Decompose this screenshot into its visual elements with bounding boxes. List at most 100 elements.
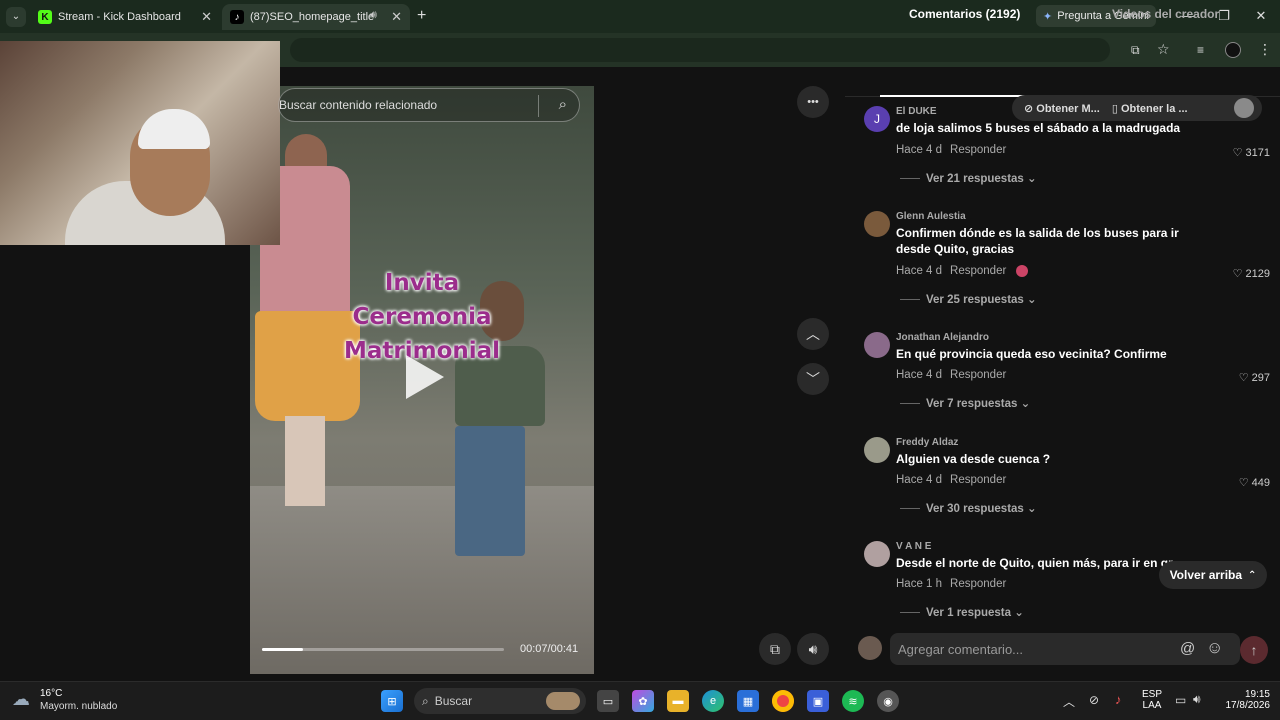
chevron-up-icon[interactable]: ︿ <box>797 318 829 350</box>
windows-start-icon[interactable]: ⊞ <box>381 690 403 712</box>
comment-item: Freddy Aldaz Alguien va desde cuenca ? H… <box>860 437 1270 517</box>
store-icon[interactable]: ▦ <box>737 690 759 712</box>
avatar[interactable] <box>864 541 890 567</box>
back-to-top-button[interactable]: Volver arriba ⌃ <box>1159 561 1267 589</box>
ext-button-1[interactable]: ⊘ Obtener M... <box>1024 102 1100 115</box>
view-replies-button[interactable]: Ver 21 respuestas ⌄ <box>900 171 1037 185</box>
comment-placeholder: Agregar comentario... <box>898 641 1024 657</box>
avatar[interactable] <box>864 211 890 237</box>
comment-author[interactable]: Jonathan Alejandro <box>896 332 989 343</box>
avatar[interactable] <box>864 437 890 463</box>
play-icon[interactable] <box>406 355 444 399</box>
chrome-icon[interactable] <box>772 690 794 712</box>
tab-kick-dashboard[interactable]: K Stream - Kick Dashboard ✕ <box>30 4 220 30</box>
network-off-icon[interactable]: ⊘ <box>1089 693 1099 707</box>
chevron-down-icon: ⌄ <box>1027 503 1037 515</box>
spotify-icon[interactable]: ≋ <box>842 690 864 712</box>
ext-button-2[interactable]: ▯ Obtener la ... <box>1112 102 1188 115</box>
bookmark-star-icon[interactable]: ☆ <box>1157 41 1170 58</box>
taskbar-search[interactable]: ⌕ Buscar <box>414 688 586 714</box>
ext-avatar[interactable] <box>1234 98 1254 118</box>
microphone-icon[interactable]: ♪ <box>1115 692 1122 707</box>
reading-list-icon[interactable]: ≡ <box>1197 43 1204 57</box>
send-button[interactable]: ↑ <box>1240 636 1268 664</box>
clock-date: 17/8/2026 <box>1225 700 1271 711</box>
like-button[interactable]: ♡ 2129 <box>1233 267 1270 280</box>
comment-text: Alguien va desde cuenca ? <box>896 452 1051 466</box>
copilot-icon[interactable]: ✿ <box>632 690 654 712</box>
back-to-top-label: Volver arriba <box>1169 568 1243 582</box>
view-replies-button[interactable]: Ver 25 respuestas ⌄ <box>900 292 1037 306</box>
weather-widget[interactable]: ☁ 16°C Mayorm. nublado <box>12 687 122 715</box>
reply-button[interactable]: Responder <box>950 369 1006 381</box>
tab-comments[interactable]: Comentarios (2192) <box>909 7 1020 21</box>
clock[interactable]: 19:15 17/8/2026 <box>1212 689 1271 711</box>
comment-author[interactable]: El DUKE <box>896 106 937 117</box>
ext-button-2-label: Obtener la ... <box>1120 102 1188 115</box>
reply-button[interactable]: Responder <box>950 265 1006 277</box>
search-divider <box>538 95 539 117</box>
reply-button[interactable]: Responder <box>950 144 1006 156</box>
install-app-icon[interactable]: ⧉ <box>1131 43 1140 58</box>
comment-meta: Hace 4 d Responder <box>896 265 1028 277</box>
volume-icon[interactable]: 🔊︎ <box>797 633 829 665</box>
comment-text: Desde el norte de Quito, quien más, para… <box>896 556 1173 570</box>
task-view-icon[interactable]: ▭ <box>597 690 619 712</box>
reply-button[interactable]: Responder <box>950 578 1006 590</box>
comment-text: En qué provincia queda eso vecinita? Con… <box>896 347 1167 361</box>
new-tab-button[interactable]: + <box>417 7 426 25</box>
comment-time: Hace 4 d <box>896 474 943 486</box>
view-replies-label: Ver 30 respuestas <box>926 503 1024 515</box>
tab-creator-videos[interactable]: Videos del creador <box>1112 7 1219 21</box>
overlay-line-1: Invita <box>384 270 460 296</box>
view-replies-button[interactable]: Ver 1 respuesta ⌄ <box>900 605 1024 619</box>
obs-icon[interactable]: ◉ <box>877 690 899 712</box>
chevron-down-icon: ⌄ <box>1014 607 1024 619</box>
close-window-icon[interactable]: ✕ <box>1251 6 1271 26</box>
close-tab-icon[interactable]: ✕ <box>201 9 212 25</box>
comment-author[interactable]: V A N E <box>896 541 931 552</box>
like-button[interactable]: ♡ 3171 <box>1233 146 1270 159</box>
related-search-placeholder: Buscar contenido relacionado <box>279 98 438 112</box>
comment-author[interactable]: Freddy Aldaz <box>896 437 958 448</box>
tab-tiktok-seo[interactable]: ♪ (87)SEO_homepage_title 🔊︎ ✕ <box>222 4 410 30</box>
comment-time: Hace 4 d <box>896 144 943 156</box>
mention-icon[interactable]: @ <box>1180 640 1195 657</box>
tray-chevron-icon[interactable]: ︿ <box>1063 693 1075 710</box>
view-replies-button[interactable]: Ver 7 respuestas ⌄ <box>900 396 1030 410</box>
like-count: 2129 <box>1245 268 1270 280</box>
comment-author[interactable]: Glenn Aulestia <box>896 211 966 222</box>
url-field[interactable] <box>290 38 1110 62</box>
more-options-button[interactable]: ••• <box>797 86 829 118</box>
close-tab-icon[interactable]: ✕ <box>391 9 402 25</box>
display-icon[interactable]: ▭ <box>1175 693 1186 707</box>
taskbar-search-label: Buscar <box>434 694 473 708</box>
webcam-cap <box>138 109 210 149</box>
volume-tray-icon[interactable]: 🔊︎ <box>1193 692 1201 707</box>
reply-button[interactable]: Responder <box>950 474 1006 486</box>
browser-menu-icon[interactable]: ⋮ <box>1258 41 1272 58</box>
search-icon[interactable]: ⌕ <box>559 96 567 113</box>
speaker-icon[interactable]: 🔊︎ <box>370 9 377 22</box>
avatar[interactable] <box>864 332 890 358</box>
related-search-input[interactable]: Buscar contenido relacionado ⌕ <box>278 88 580 122</box>
like-button[interactable]: ♡ 297 <box>1239 371 1270 384</box>
tab-list-button[interactable]: ⌄ <box>6 7 26 27</box>
profile-avatar[interactable] <box>1225 42 1241 58</box>
like-count: 449 <box>1251 477 1270 489</box>
chevron-down-icon[interactable]: ﹀ <box>797 363 829 395</box>
avatar[interactable]: J <box>864 106 890 132</box>
comment-input[interactable]: Agregar comentario... @ ☺ <box>890 633 1240 665</box>
video-woman-legs <box>285 416 325 506</box>
like-count: 3171 <box>1245 147 1270 159</box>
extension-toolbar: ⊘ Obtener M... ▯ Obtener la ... <box>1012 95 1262 121</box>
emoji-icon[interactable]: ☺ <box>1206 638 1223 658</box>
view-replies-button[interactable]: Ver 30 respuestas ⌄ <box>900 501 1037 515</box>
file-explorer-icon[interactable]: ▬ <box>667 690 689 712</box>
like-button[interactable]: ♡ 449 <box>1239 476 1270 489</box>
language-indicator[interactable]: ESP LAA <box>1141 689 1163 711</box>
pip-icon[interactable]: ⧉ <box>759 633 791 665</box>
video-man-jeans <box>455 426 525 556</box>
edge-icon[interactable]: e <box>702 690 724 712</box>
discord-icon[interactable]: ▣ <box>807 690 829 712</box>
